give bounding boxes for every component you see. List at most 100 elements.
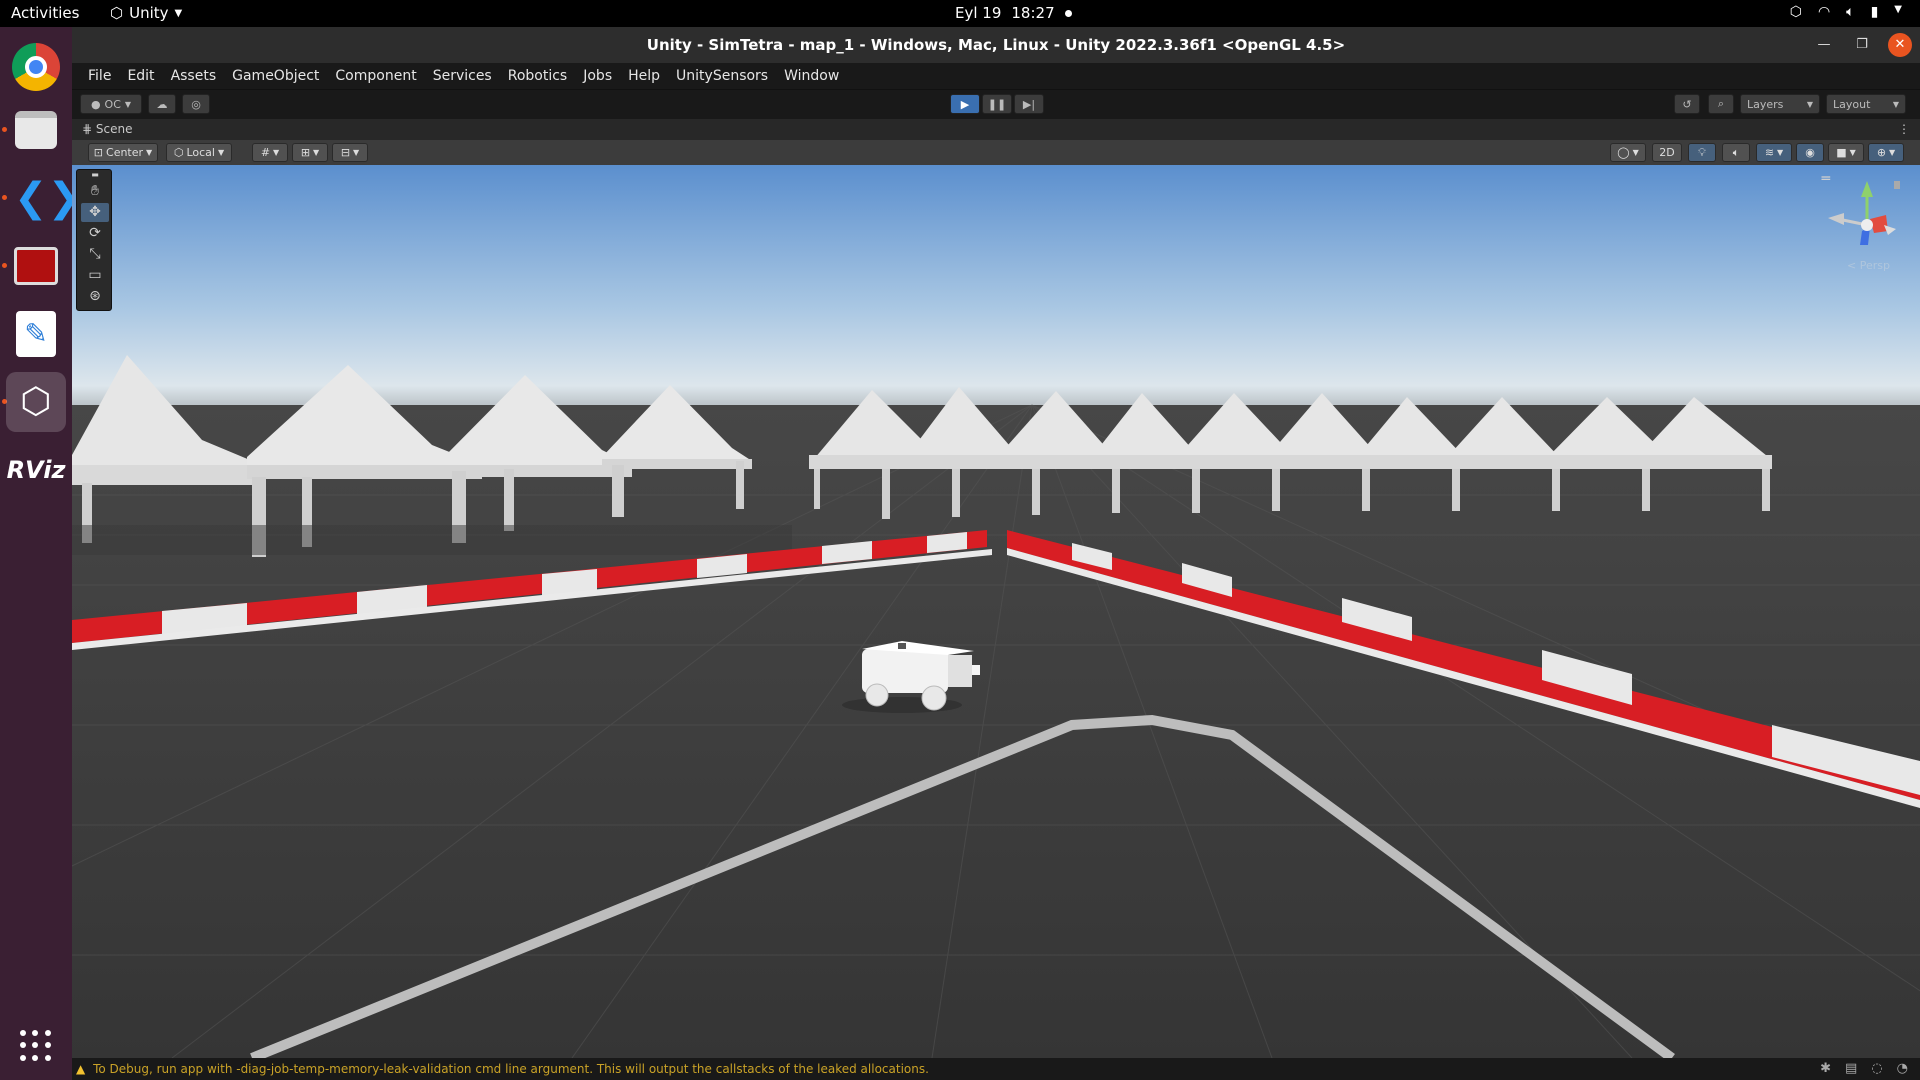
- red-app-icon: [14, 247, 58, 285]
- toggle-lighting-button[interactable]: 💡︎: [1688, 143, 1716, 162]
- rviz-icon: RViz: [6, 456, 66, 484]
- menu-services[interactable]: Services: [425, 68, 500, 84]
- menu-edit[interactable]: Edit: [119, 68, 162, 84]
- scale-tool-icon[interactable]: ⤡: [81, 245, 109, 264]
- grid-snap-dropdown[interactable]: # ▼: [252, 143, 288, 162]
- camera-settings-dropdown[interactable]: ■ ▼: [1828, 143, 1864, 162]
- chevron-down-icon: ▼: [313, 148, 320, 157]
- menu-assets[interactable]: Assets: [163, 68, 225, 84]
- search-button[interactable]: ⌕: [1708, 94, 1734, 114]
- unity-icon: ⬡: [20, 381, 52, 422]
- step-button[interactable]: ▶|: [1014, 94, 1044, 114]
- chevron-down-icon: ▼: [146, 148, 153, 157]
- scene-viewport[interactable]: ▬ ✋︎ ✥ ⟳ ⤡ ▭ ⊛ ═ < Persp: [72, 165, 1920, 1058]
- clock[interactable]: Eyl 19 18:27: [955, 4, 1072, 22]
- projection-label[interactable]: < Persp: [1847, 259, 1890, 272]
- wifi-icon[interactable]: ◠: [1818, 4, 1830, 20]
- window-title-bar[interactable]: Unity - SimTetra - map_1 - Windows, Mac,…: [72, 27, 1920, 63]
- grid-visibility-dropdown[interactable]: ⊞ ▼: [292, 143, 328, 162]
- app-menu[interactable]: ⬡ Unity ▼: [110, 4, 182, 22]
- hidden-objects-toggle[interactable]: ◉: [1796, 143, 1824, 162]
- bug-icon[interactable]: ✱: [1820, 1058, 1831, 1080]
- dock-item-vscode[interactable]: ❮❯: [6, 168, 81, 228]
- pivot-mode-dropdown[interactable]: ⊡ Center ▼: [88, 143, 158, 162]
- auto-generate-lighting-icon[interactable]: ◔: [1897, 1058, 1908, 1080]
- cloud-button[interactable]: ☁: [148, 94, 176, 114]
- effects-dropdown[interactable]: ≋ ▼: [1756, 143, 1792, 162]
- tool-palette: ▬ ✋︎ ✥ ⟳ ⤡ ▭ ⊛: [76, 169, 112, 311]
- minimize-icon[interactable]: —: [1812, 33, 1836, 57]
- pivot-space-dropdown[interactable]: ⬡ Local ▼: [166, 143, 232, 162]
- menu-gameobject[interactable]: GameObject: [224, 68, 327, 84]
- chevron-down-icon: ▼: [273, 148, 280, 157]
- play-button[interactable]: ▶: [950, 94, 980, 114]
- notification-dot-icon: [1064, 9, 1072, 17]
- window-title: Unity - SimTetra - map_1 - Windows, Mac,…: [646, 36, 1346, 54]
- layout-dropdown[interactable]: Layout ▼: [1826, 94, 1906, 114]
- console-message[interactable]: To Debug, run app with -diag-job-temp-me…: [93, 1062, 929, 1076]
- draw-mode-dropdown[interactable]: ◯ ▼: [1610, 143, 1646, 162]
- power-menu-chevron-icon[interactable]: ▼: [1894, 4, 1902, 20]
- scene-tab-label: Scene: [95, 122, 133, 136]
- unity-small-icon: ⬡: [110, 4, 124, 22]
- maximize-icon[interactable]: ❐: [1850, 33, 1874, 57]
- battery-icon[interactable]: ▮: [1871, 4, 1879, 20]
- dock-item-chrome[interactable]: [6, 37, 66, 97]
- status-bar[interactable]: ▲ To Debug, run app with -diag-job-temp-…: [72, 1058, 1920, 1080]
- chevron-down-icon: ▼: [353, 148, 360, 157]
- hand-tool-icon[interactable]: ✋︎: [81, 182, 109, 201]
- gizmos-dropdown[interactable]: ⊕ ▼: [1868, 143, 1904, 162]
- scene-toolbar: ⊡ Center ▼ ⬡ Local ▼ # ▼ ⊞ ▼ ⊟ ▼ ◯ ▼ 2D 💡︎ 🔈︎ ≋ ▼…: [72, 140, 1920, 166]
- close-icon[interactable]: ✕: [1888, 33, 1912, 57]
- progress-icon[interactable]: ◌: [1871, 1058, 1882, 1080]
- menu-file[interactable]: File: [80, 68, 119, 84]
- space-label: Local: [186, 146, 215, 159]
- tab-scene[interactable]: ⋕ Scene ⋮: [72, 119, 1920, 140]
- menu-jobs[interactable]: Jobs: [575, 68, 620, 84]
- menu-component[interactable]: Component: [327, 68, 424, 84]
- toggle-2d-button[interactable]: 2D: [1652, 143, 1682, 162]
- audio-icon: 🔈︎: [1732, 145, 1740, 159]
- transform-tool-icon[interactable]: ⊛: [81, 287, 109, 306]
- menu-window[interactable]: Window: [776, 68, 847, 84]
- drag-handle-icon[interactable]: ▬: [81, 171, 109, 179]
- layers-dropdown[interactable]: Layers ▼: [1740, 94, 1820, 114]
- account-dropdown[interactable]: ● OC ▼: [80, 94, 142, 114]
- chevron-down-icon: ▼: [124, 99, 132, 109]
- clock-date: Eyl 19: [955, 4, 1002, 22]
- dock-item-files[interactable]: [6, 100, 66, 160]
- warning-icon: ▲: [76, 1062, 86, 1076]
- rect-tool-icon[interactable]: ▭: [81, 266, 109, 285]
- account-icon: ●: [90, 97, 101, 111]
- unity-tray-icon[interactable]: ⬡: [1790, 4, 1802, 20]
- system-tray[interactable]: ⬡ ◠ 🔈︎ ▮ ▼: [1790, 4, 1902, 20]
- show-applications-icon[interactable]: [20, 1030, 52, 1062]
- dock-item-red-app[interactable]: [6, 236, 66, 296]
- toggle-audio-button[interactable]: 🔈︎: [1722, 143, 1750, 162]
- collab-button[interactable]: ◎: [182, 94, 210, 114]
- pause-button[interactable]: ❚❚: [982, 94, 1012, 114]
- lightbulb-icon: 💡︎: [1698, 145, 1706, 159]
- undo-history-button[interactable]: ↺: [1674, 94, 1700, 114]
- volume-icon[interactable]: 🔈︎: [1846, 4, 1854, 20]
- dock-item-unity[interactable]: ⬡: [6, 372, 66, 432]
- menu-help[interactable]: Help: [620, 68, 668, 84]
- more-options-icon[interactable]: ⋮: [1898, 119, 1910, 140]
- rotate-tool-icon[interactable]: ⟳: [81, 224, 109, 243]
- eye-slash-icon: ◉: [1805, 146, 1815, 159]
- activities-button[interactable]: Activities: [11, 4, 79, 22]
- move-tool-icon[interactable]: ✥: [81, 203, 109, 222]
- menu-unitysensors[interactable]: UnitySensors: [668, 68, 776, 84]
- pause-icon: ❚❚: [987, 97, 1007, 111]
- dock-item-rviz[interactable]: RViz: [6, 440, 66, 500]
- pivot-label: Center: [106, 146, 144, 159]
- layers-label: Layers: [1747, 97, 1784, 111]
- dock-item-text-editor[interactable]: ✎: [6, 304, 66, 364]
- snap-increment-icon: ⊟: [340, 146, 351, 159]
- increment-snap-dropdown[interactable]: ⊟ ▼: [332, 143, 368, 162]
- cube-icon: ⬡: [173, 146, 184, 159]
- chevron-down-icon: ▼: [217, 148, 225, 157]
- chevron-down-icon: ▼: [1806, 99, 1813, 109]
- cache-server-icon[interactable]: ▤: [1845, 1058, 1857, 1080]
- menu-robotics[interactable]: Robotics: [500, 68, 576, 84]
